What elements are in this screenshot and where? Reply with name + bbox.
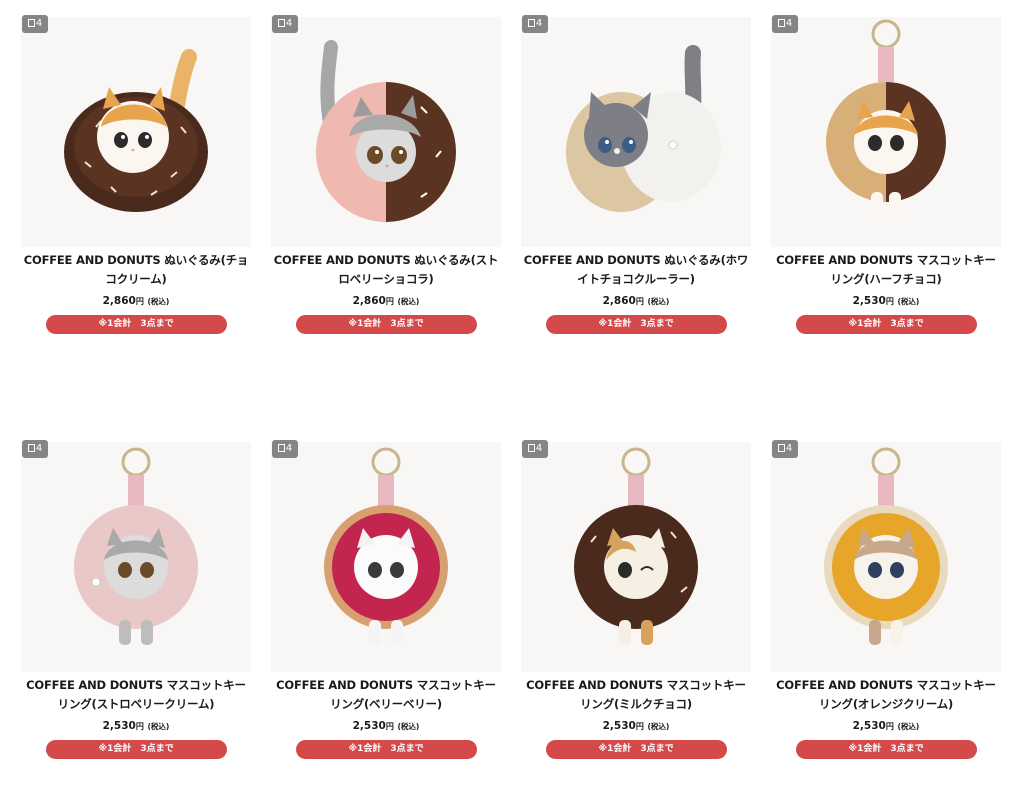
purchase-limit-button[interactable]: ※1会計 3点まで: [545, 740, 727, 759]
product-price: 2,530円 (税込): [771, 295, 1001, 307]
price-currency: 円: [635, 722, 644, 731]
price-value: 2,860: [602, 295, 636, 307]
price-value: 2,530: [352, 720, 386, 732]
price-currency: 円: [385, 722, 394, 731]
product-title[interactable]: COFFEE AND DONUTS マスコットキーリング(ミルクチョコ): [521, 676, 751, 714]
tax-label: (税込): [147, 722, 170, 731]
product-image[interactable]: 4: [771, 440, 1001, 672]
image-count-badge: 4: [22, 440, 48, 458]
product-card[interactable]: 4 COFFEE AND DONUTS マスコットキーリング(ストロベリークリー…: [21, 440, 251, 759]
image-count-badge: 4: [272, 15, 298, 33]
product-image[interactable]: 4: [271, 440, 501, 672]
purchase-limit-button[interactable]: ※1会計 3点まで: [795, 315, 977, 334]
image-count-icon: [777, 444, 785, 452]
image-count-badge: 4: [772, 15, 798, 33]
product-price: 2,860円 (税込): [21, 295, 251, 307]
keyring-strawberry-cream-donut-image: [74, 447, 198, 645]
image-count-icon: [527, 19, 535, 27]
keyring-half-chocolate-donut-image: [826, 19, 946, 214]
image-count-icon: [277, 444, 285, 452]
tax-label: (税込): [647, 722, 670, 731]
product-card[interactable]: 4 COFFEE AND DONUTS マスコットキーリング(オレンジクリーム)…: [771, 440, 1001, 759]
price-value: 2,530: [102, 720, 136, 732]
product-price: 2,860円 (税込): [271, 295, 501, 307]
product-price: 2,530円 (税込): [21, 720, 251, 732]
product-card[interactable]: 4 COFFEE AND DONUTS ぬいぐるみ(ストロベリーショコラ) 2,…: [271, 15, 501, 334]
product-image[interactable]: 4: [521, 440, 751, 672]
price-currency: 円: [635, 297, 644, 306]
tax-label: (税込): [897, 722, 920, 731]
price-value: 2,860: [352, 295, 386, 307]
keyring-orange-cream-donut-image: [824, 447, 948, 645]
product-title[interactable]: COFFEE AND DONUTS ぬいぐるみ(チョコクリーム): [21, 251, 251, 289]
plush-grey-white-chocolate-cruller-image: [566, 45, 721, 212]
image-count-icon: [277, 19, 285, 27]
image-count: 4: [535, 18, 543, 29]
price-currency: 円: [885, 722, 894, 731]
product-image[interactable]: 4: [521, 15, 751, 247]
image-count-icon: [777, 19, 785, 27]
image-count: 4: [35, 18, 43, 29]
product-card[interactable]: 4 COFFEE AND DONUTS マスコットキーリング(ベリーベリー) 2…: [271, 440, 501, 759]
keyring-milk-chocolate-donut-image: [574, 447, 698, 645]
product-title[interactable]: COFFEE AND DONUTS マスコットキーリング(ストロベリークリーム): [21, 676, 251, 714]
image-count: 4: [785, 443, 793, 454]
purchase-limit-button[interactable]: ※1会計 3点まで: [545, 315, 727, 334]
image-count: 4: [285, 443, 293, 454]
price-value: 2,530: [852, 720, 886, 732]
product-card[interactable]: 4 COFFEE AND DONUTS ぬいぐるみ(ホワイトチョコクルーラー) …: [521, 15, 751, 334]
image-count: 4: [535, 443, 543, 454]
product-card[interactable]: 4 COFFEE AND DONUTS ぬいぐるみ(チョコクリーム) 2,860…: [21, 15, 251, 334]
product-title[interactable]: COFFEE AND DONUTS マスコットキーリング(オレンジクリーム): [771, 676, 1001, 714]
price-currency: 円: [885, 297, 894, 306]
product-card[interactable]: 4 COFFEE AND DONUTS マスコットキーリング(ハーフチョコ) 2…: [771, 15, 1001, 334]
tax-label: (税込): [647, 297, 670, 306]
purchase-limit-button[interactable]: ※1会計 3点まで: [295, 740, 477, 759]
purchase-limit-button[interactable]: ※1会計 3点まで: [45, 315, 227, 334]
image-count: 4: [785, 18, 793, 29]
purchase-limit-button[interactable]: ※1会計 3点まで: [795, 740, 977, 759]
product-image[interactable]: 4: [771, 15, 1001, 247]
product-title[interactable]: COFFEE AND DONUTS ぬいぐるみ(ホワイトチョコクルーラー): [521, 251, 751, 289]
product-image[interactable]: 4: [21, 15, 251, 247]
image-count-icon: [27, 19, 35, 27]
tax-label: (税込): [897, 297, 920, 306]
price-value: 2,530: [602, 720, 636, 732]
tax-label: (税込): [397, 297, 420, 306]
product-title[interactable]: COFFEE AND DONUTS マスコットキーリング(ハーフチョコ): [771, 251, 1001, 289]
product-price: 2,530円 (税込): [771, 720, 1001, 732]
image-count: 4: [35, 443, 43, 454]
image-count-badge: 4: [22, 15, 48, 33]
image-count-icon: [527, 444, 535, 452]
image-count-badge: 4: [272, 440, 298, 458]
price-currency: 円: [385, 297, 394, 306]
product-title[interactable]: COFFEE AND DONUTS マスコットキーリング(ベリーベリー): [271, 676, 501, 714]
image-count: 4: [285, 18, 293, 29]
price-currency: 円: [135, 297, 144, 306]
product-image[interactable]: 4: [271, 15, 501, 247]
product-price: 2,860円 (税込): [521, 295, 751, 307]
image-count-badge: 4: [522, 440, 548, 458]
image-count-badge: 4: [522, 15, 548, 33]
image-count-icon: [27, 444, 35, 452]
product-image[interactable]: 4: [21, 440, 251, 672]
price-value: 2,860: [102, 295, 136, 307]
product-title[interactable]: COFFEE AND DONUTS ぬいぐるみ(ストロベリーショコラ): [271, 251, 501, 289]
tax-label: (税込): [397, 722, 420, 731]
price-currency: 円: [135, 722, 144, 731]
tax-label: (税込): [147, 297, 170, 306]
plush-calico-chocolate-donut-image: [64, 49, 208, 212]
keyring-berry-berry-donut-image: [324, 447, 448, 645]
product-price: 2,530円 (税込): [521, 720, 751, 732]
image-count-badge: 4: [772, 440, 798, 458]
plush-tabby-strawberry-chocolate-donut-image: [316, 40, 456, 222]
price-value: 2,530: [852, 295, 886, 307]
purchase-limit-button[interactable]: ※1会計 3点まで: [45, 740, 227, 759]
product-card[interactable]: 4 COFFEE AND DONUTS マスコットキーリング(ミルクチョコ) 2…: [521, 440, 751, 759]
purchase-limit-button[interactable]: ※1会計 3点まで: [295, 315, 477, 334]
product-price: 2,530円 (税込): [271, 720, 501, 732]
